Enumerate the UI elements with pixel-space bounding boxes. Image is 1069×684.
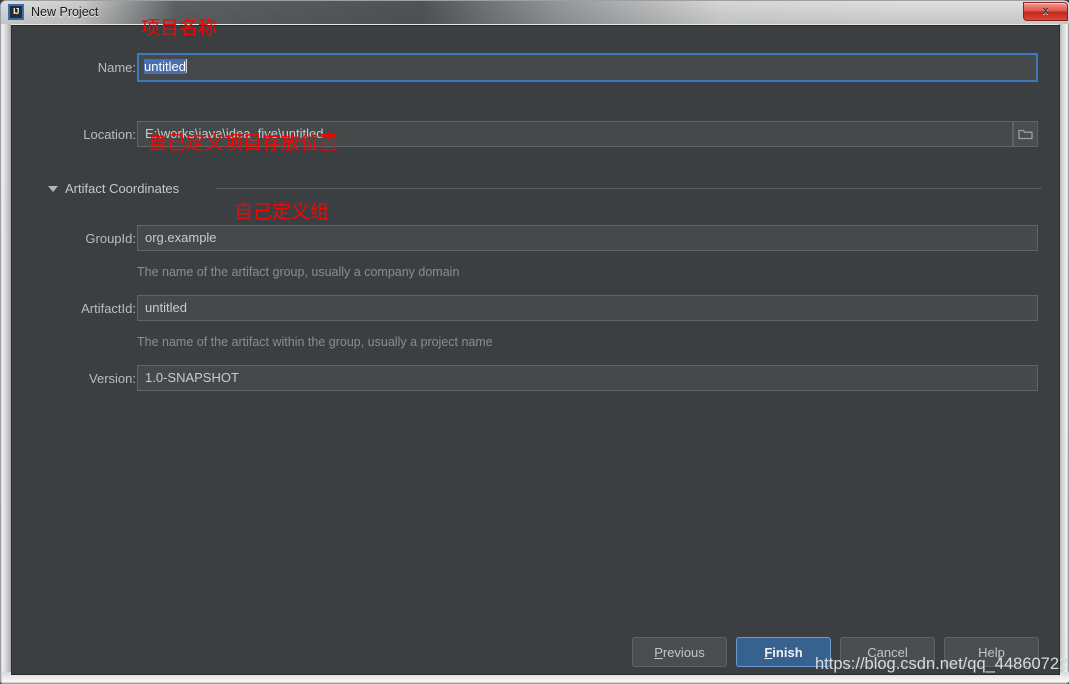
version-label: Version: xyxy=(89,371,136,386)
finish-button-label: Finish xyxy=(764,644,803,660)
name-label: Name: xyxy=(97,60,136,75)
version-input[interactable]: 1.0-SNAPSHOT xyxy=(137,365,1038,391)
previous-button[interactable]: Previous xyxy=(632,637,727,667)
annotation-project-name: 项目名称 xyxy=(141,17,218,39)
artifactid-input[interactable]: untitled xyxy=(137,295,1038,321)
folder-icon xyxy=(1018,129,1033,140)
previous-button-label: Previous xyxy=(654,644,705,660)
location-browse-button[interactable] xyxy=(1013,121,1038,147)
artifact-coordinates-section-toggle[interactable]: Artifact Coordinates xyxy=(48,181,179,196)
os-window: IJ New Project x Name: untitled Location… xyxy=(0,0,1069,684)
dialog-body: Name: untitled Location: E:\works\java\i… xyxy=(11,25,1060,675)
groupid-label: GroupId: xyxy=(85,231,136,246)
artifactid-label: ArtifactId: xyxy=(81,301,136,316)
window-title: New Project xyxy=(31,5,99,19)
groupid-hint: The name of the artifact group, usually … xyxy=(137,265,460,279)
location-label: Location: xyxy=(83,127,136,142)
text-caret xyxy=(185,59,187,73)
artifact-coordinates-label: Artifact Coordinates xyxy=(65,181,180,196)
section-separator xyxy=(216,188,1042,189)
chevron-down-icon xyxy=(48,185,58,192)
artifactid-hint: The name of the artifact within the grou… xyxy=(137,335,493,349)
annotation-storage-location: 自己定义项目存放位置 xyxy=(148,132,339,154)
app-icon-text: IJ xyxy=(13,7,19,16)
groupid-input[interactable]: org.example xyxy=(137,225,1038,251)
intellij-idea-icon: IJ xyxy=(8,4,24,20)
window-frame-left xyxy=(2,24,11,674)
name-input[interactable]: untitled xyxy=(137,53,1038,82)
annotation-custom-group: 自己定义组 xyxy=(234,201,330,223)
close-icon: x xyxy=(1042,5,1049,17)
name-input-selected-text: untitled xyxy=(144,59,186,74)
watermark-url: https://blog.csdn.net/qq_44860722 xyxy=(815,655,1069,673)
close-button[interactable]: x xyxy=(1023,2,1068,21)
